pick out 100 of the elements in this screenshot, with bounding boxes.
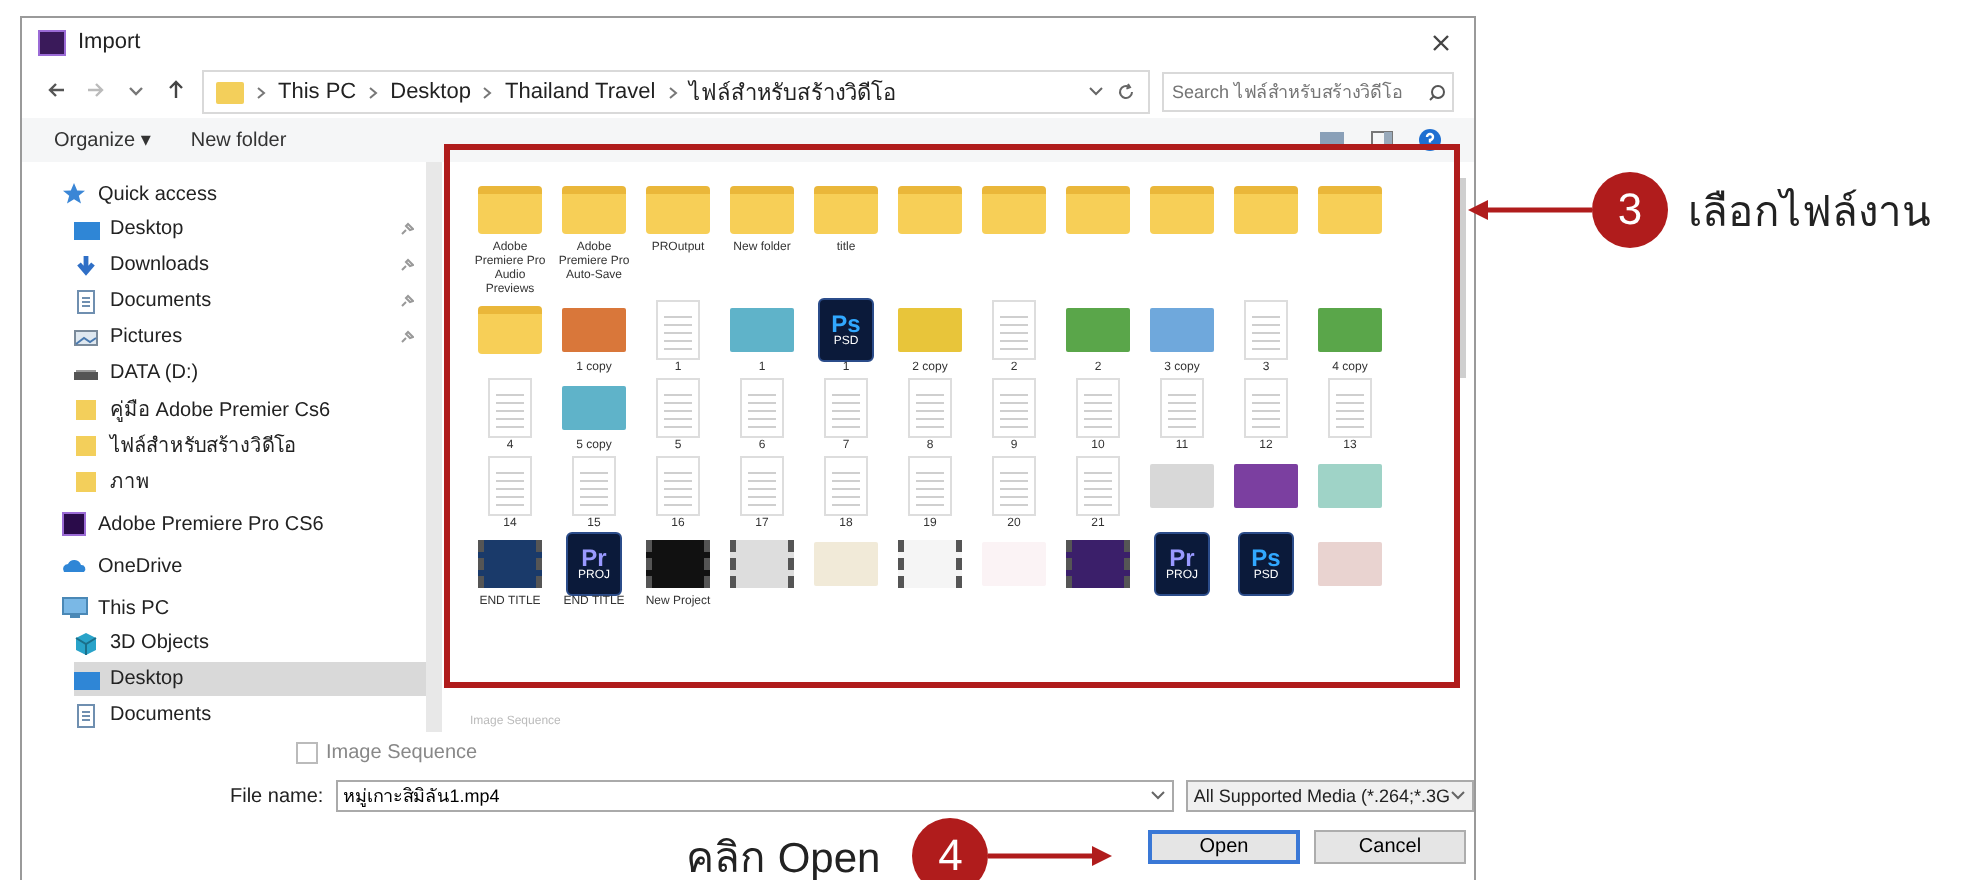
arrow [988, 844, 1113, 868]
back-icon [46, 80, 66, 100]
folder-icon [478, 306, 542, 354]
search-icon [1428, 84, 1446, 102]
folder-icon [74, 433, 100, 457]
sidebar-item[interactable]: Desktop [74, 212, 426, 246]
folder-icon [646, 186, 710, 234]
document-thumbnail [1244, 300, 1288, 360]
sidebar-item-label: ภาพ [110, 470, 152, 496]
checkbox-label: Image Sequence [326, 741, 478, 763]
folder-icon [74, 469, 100, 493]
document-thumbnail [572, 456, 616, 516]
sidebar-item[interactable]: OneDrive [62, 550, 426, 582]
document-thumbnail [992, 300, 1036, 360]
help-icon [1418, 128, 1442, 152]
document-thumbnail [1160, 378, 1204, 438]
dialog-button[interactable]: Cancel [1314, 829, 1466, 863]
refresh-icon [1116, 82, 1136, 102]
cube-icon [74, 631, 100, 655]
sidebar-item-label: Adobe Premiere Pro CS6 [98, 513, 326, 535]
folder-icon [898, 186, 962, 234]
sidebar-item-label: Documents [110, 704, 214, 726]
folder-icon [74, 397, 100, 421]
file-name-field[interactable]: หมู่เกาะสิมิลัน1.mp4 [335, 780, 1174, 812]
document-thumbnail [824, 456, 868, 516]
desktop-icon [74, 217, 100, 241]
breadcrumb-item[interactable]: ไฟล์สำหรับสร้างวิดีโอ [689, 74, 898, 110]
dropdown-caret-icon [1450, 790, 1466, 802]
new-folder-button[interactable]: New folder [190, 129, 287, 151]
folder-icon [814, 186, 878, 234]
document-thumbnail [1244, 378, 1288, 438]
sidebar-item-label: Desktop [110, 668, 186, 690]
breadcrumb-item[interactable]: Thailand Travel [504, 80, 656, 104]
file-type-dropdown[interactable]: All Supported Media (*.264;*.3G [1185, 780, 1474, 812]
document-thumbnail [992, 456, 1036, 516]
sidebar-item-label: OneDrive [98, 555, 185, 577]
address-field[interactable]: This PC Desktop Thailand Travel ไฟล์สำหรับสร้างวิดีโอ [202, 70, 1150, 114]
document-thumbnail [1076, 378, 1120, 438]
document-thumbnail [656, 378, 700, 438]
document-thumbnail [1076, 456, 1120, 516]
sidebar-item-label: คู่มือ Adobe Premier Cs6 [110, 397, 333, 424]
sidebar-item[interactable]: 3D Objects [74, 626, 426, 660]
download-arrow-icon [74, 253, 100, 277]
document-thumbnail [1328, 378, 1372, 438]
up-arrow-icon [166, 80, 186, 100]
close-icon [1432, 33, 1450, 51]
sidebar-item-label: This PC [98, 597, 172, 619]
sidebar-item-label: 3D Objects [110, 632, 211, 654]
sidebar-item[interactable]: คู่มือ Adobe Premier Cs6 [74, 392, 426, 426]
chevron-icon [482, 85, 493, 99]
sidebar-item-label: ไฟล์สำหรับสร้างวิดีโอ [110, 432, 298, 460]
preview-pane-icon [1370, 130, 1394, 150]
folder-icon [982, 186, 1046, 234]
sidebar-item[interactable]: Pictures [74, 320, 426, 354]
document-thumbnail [656, 300, 700, 360]
folder-icon [730, 186, 794, 234]
sidebar-item-label: Downloads [110, 254, 211, 276]
folder-icon [1318, 186, 1382, 234]
organize-menu[interactable]: Organize ▾ [54, 129, 151, 151]
window-title: Import [78, 30, 143, 54]
scrollbar-thumb[interactable] [1458, 178, 1466, 378]
sidebar-item[interactable]: Desktop [74, 662, 426, 696]
chevron-icon [256, 85, 266, 99]
sidebar-item[interactable]: Documents [74, 698, 426, 732]
document-thumbnail [488, 456, 532, 516]
sidebar-item[interactable]: Documents [74, 284, 426, 318]
document-thumbnail [656, 456, 700, 516]
document-thumbnail [740, 456, 784, 516]
sidebar-item[interactable]: ภาพ [74, 464, 426, 498]
field-label: File name: [230, 785, 324, 807]
sidebar-item-label: Documents [110, 290, 214, 312]
sidebar-item[interactable]: ไฟล์สำหรับสร้างวิดีโอ [74, 428, 426, 462]
chevron-icon [368, 85, 379, 99]
app-icon [62, 512, 88, 536]
picture-icon [74, 325, 100, 349]
step-number: 3 [1592, 172, 1668, 248]
sidebar-item-label: DATA (D:) [110, 362, 201, 384]
checkbox[interactable] [296, 741, 318, 763]
sidebar-item[interactable]: This PC [62, 592, 426, 624]
sidebar-item[interactable]: DATA (D:) [74, 356, 426, 390]
document-icon [74, 289, 100, 313]
folder-icon [1234, 186, 1298, 234]
document-thumbnail [908, 378, 952, 438]
folder-icon [216, 81, 244, 103]
document-thumbnail [740, 378, 784, 438]
search-field[interactable]: Search ไฟล์สำหรับสร้างวิดีโอ [1162, 72, 1454, 112]
app-icon [38, 29, 66, 55]
sidebar-item[interactable]: Quick access [62, 178, 426, 210]
breadcrumb-item[interactable]: This PC [278, 80, 357, 104]
chevron-icon [667, 85, 678, 99]
breadcrumb-item[interactable]: Desktop [390, 80, 471, 104]
document-icon [74, 703, 100, 727]
document-thumbnail [488, 378, 532, 438]
dialog-button[interactable]: Open [1148, 829, 1300, 863]
sidebar-item-label: Quick access [98, 183, 219, 205]
desktop-icon [74, 667, 100, 691]
sidebar-item[interactable]: Downloads [74, 248, 426, 282]
sidebar-item[interactable]: Adobe Premiere Pro CS6 [62, 508, 426, 540]
forward-icon [86, 80, 106, 100]
arrow [1468, 198, 1592, 222]
